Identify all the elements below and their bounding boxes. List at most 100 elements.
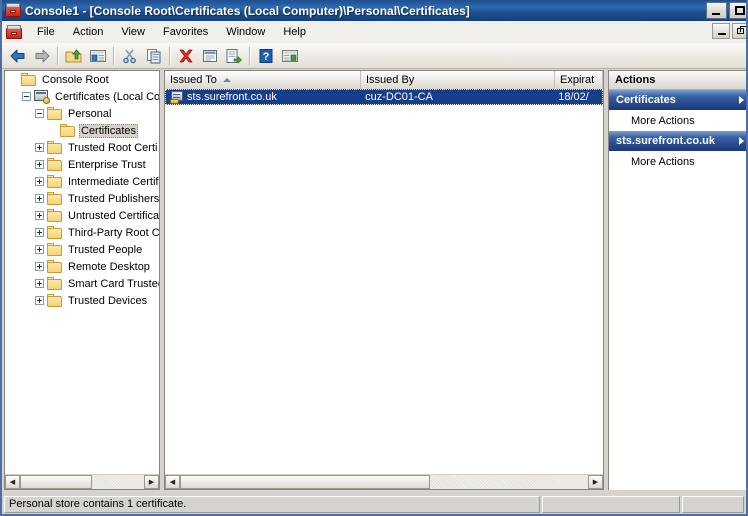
expand-icon[interactable] <box>35 160 44 169</box>
expand-icon[interactable] <box>35 228 44 237</box>
folder-icon <box>47 158 63 171</box>
tree-item-label: Remote Desktop <box>68 260 150 273</box>
list-scroll-track[interactable] <box>180 475 588 489</box>
expand-icon[interactable] <box>35 296 44 305</box>
tree-scroll-right-button[interactable]: ▶ <box>144 475 159 489</box>
column-header-issued-by[interactable]: Issued By <box>361 71 555 89</box>
cell-expiration[interactable]: 18/02/ <box>554 91 602 103</box>
tree-item-certificates[interactable]: Certificates <box>5 122 159 139</box>
list-column-headers: Issued To Issued By Expirat <box>165 71 603 90</box>
toolbar-separator <box>249 46 251 65</box>
action-item-more-actions[interactable]: More Actions <box>609 110 746 131</box>
window-controls <box>706 2 746 19</box>
collapse-icon[interactable] <box>22 92 31 101</box>
tree-item-label: Trusted People <box>68 243 143 256</box>
document-mmc-icon[interactable] <box>6 24 22 40</box>
show-hide-console-tree-button[interactable] <box>86 45 110 67</box>
certificate-row[interactable]: sts.surefront.co.uk cuz-DC01-CA 18/02/ <box>165 89 603 105</box>
expand-icon[interactable] <box>35 211 44 220</box>
tree-scroll-thumb[interactable] <box>20 475 92 489</box>
column-header-issued-to[interactable]: Issued To <box>165 71 361 89</box>
tree-item-trusted-people[interactable]: Trusted People <box>5 241 159 258</box>
column-header-expirat[interactable]: Expirat <box>555 71 603 89</box>
tree-item-certificates-local-com[interactable]: Certificates (Local Com <box>5 88 159 105</box>
document-window-controls <box>712 23 746 39</box>
copy-button[interactable] <box>142 45 166 67</box>
issued-to-text: sts.surefront.co.uk <box>187 91 277 103</box>
show-hide-action-pane-icon <box>282 49 298 62</box>
tree-item-enterprise-trust[interactable]: Enterprise Trust <box>5 156 159 173</box>
console-tree: Console Root Certificates (Local Com Perso… <box>5 71 159 474</box>
status-bar: Personal store contains 1 certificate. <box>2 494 746 514</box>
properties-button[interactable] <box>198 45 222 67</box>
forward-button[interactable] <box>30 45 54 67</box>
menu-item-window[interactable]: Window <box>217 23 274 41</box>
tree-item-untrusted-certifica[interactable]: Untrusted Certifica <box>5 207 159 224</box>
expand-icon[interactable] <box>35 262 44 271</box>
delete-button[interactable] <box>174 45 198 67</box>
maximize-button[interactable] <box>729 2 746 19</box>
tree-item-smart-card-trusted[interactable]: Smart Card Trusted <box>5 275 159 292</box>
action-item-more-actions[interactable]: More Actions <box>609 151 746 172</box>
menu-item-favorites[interactable]: Favorites <box>154 23 217 41</box>
tree-item-trusted-root-certi[interactable]: Trusted Root Certi <box>5 139 159 156</box>
tree-item-trusted-publishers[interactable]: Trusted Publishers <box>5 190 159 207</box>
minimize-icon <box>712 13 720 15</box>
list-scroll-right-button[interactable]: ▶ <box>588 475 603 489</box>
help-button[interactable]: ? <box>254 45 278 67</box>
tree-item-trusted-devices[interactable]: Trusted Devices <box>5 292 159 309</box>
menu-item-action[interactable]: Action <box>64 23 113 41</box>
list-scroll-left-button[interactable]: ◀ <box>165 475 180 489</box>
expand-icon[interactable] <box>35 194 44 203</box>
svg-text:?: ? <box>263 51 270 63</box>
cell-issued-to[interactable]: sts.surefront.co.uk <box>166 90 361 104</box>
folder-icon <box>47 243 63 256</box>
menu-item-file[interactable]: File <box>28 23 64 41</box>
folder-icon <box>47 175 63 188</box>
cell-issued-by[interactable]: cuz-DC01-CA <box>361 91 554 103</box>
title-bar: Console1 - [Console Root\Certificates (L… <box>2 0 746 21</box>
action-group-header-certificates[interactable]: Certificates <box>609 90 746 110</box>
cut-button[interactable] <box>118 45 142 67</box>
tree-item-console-root[interactable]: Console Root <box>5 71 159 88</box>
up-one-level-button[interactable] <box>62 45 86 67</box>
expand-icon[interactable] <box>35 143 44 152</box>
mmc-console-window: Console1 - [Console Root\Certificates (L… <box>0 0 748 516</box>
console-tree-pane: Console Root Certificates (Local Com Perso… <box>4 70 160 490</box>
list-scroll-thumb[interactable] <box>180 475 430 489</box>
minimize-button[interactable] <box>706 2 727 19</box>
tree-item-third-party-root-c[interactable]: Third-Party Root C <box>5 224 159 241</box>
column-header-label: Issued By <box>366 74 415 86</box>
expand-icon[interactable] <box>35 177 44 186</box>
chevron-right-icon[interactable] <box>739 137 744 145</box>
document-minimize-button[interactable] <box>712 23 730 39</box>
expand-icon[interactable] <box>35 245 44 254</box>
chevron-right-icon[interactable] <box>739 96 744 104</box>
show-hide-action-pane-button[interactable] <box>278 45 302 67</box>
status-panel-3 <box>682 495 744 513</box>
tree-item-intermediate-certif[interactable]: Intermediate Certif <box>5 173 159 190</box>
client-area: Console Root Certificates (Local Com Perso… <box>2 69 746 494</box>
folder-icon <box>47 209 63 222</box>
document-restore-button[interactable] <box>732 23 746 39</box>
menu-item-help[interactable]: Help <box>274 23 315 41</box>
tree-horizontal-scrollbar[interactable]: ◀ ▶ <box>5 474 159 489</box>
action-group-header-sts-surefront-co-uk[interactable]: sts.surefront.co.uk <box>609 131 746 151</box>
folder-icon <box>47 141 63 154</box>
toolbar-separator <box>113 46 115 65</box>
tree-item-personal[interactable]: Personal <box>5 105 159 122</box>
toolbar-separator <box>169 46 171 65</box>
tree-scroll-track[interactable] <box>20 475 144 489</box>
action-group-label: Certificates <box>616 94 676 106</box>
tree-item-remote-desktop[interactable]: Remote Desktop <box>5 258 159 275</box>
properties-icon <box>203 49 217 62</box>
expand-icon[interactable] <box>35 279 44 288</box>
export-list-icon <box>226 48 242 63</box>
export-list-button[interactable] <box>222 45 246 67</box>
menu-item-view[interactable]: View <box>112 23 154 41</box>
back-button[interactable] <box>6 45 30 67</box>
collapse-icon[interactable] <box>35 109 44 118</box>
list-horizontal-scrollbar[interactable]: ◀ ▶ <box>165 474 603 489</box>
tree-scroll-left-button[interactable]: ◀ <box>5 475 20 489</box>
toolbar: ? <box>2 43 746 69</box>
